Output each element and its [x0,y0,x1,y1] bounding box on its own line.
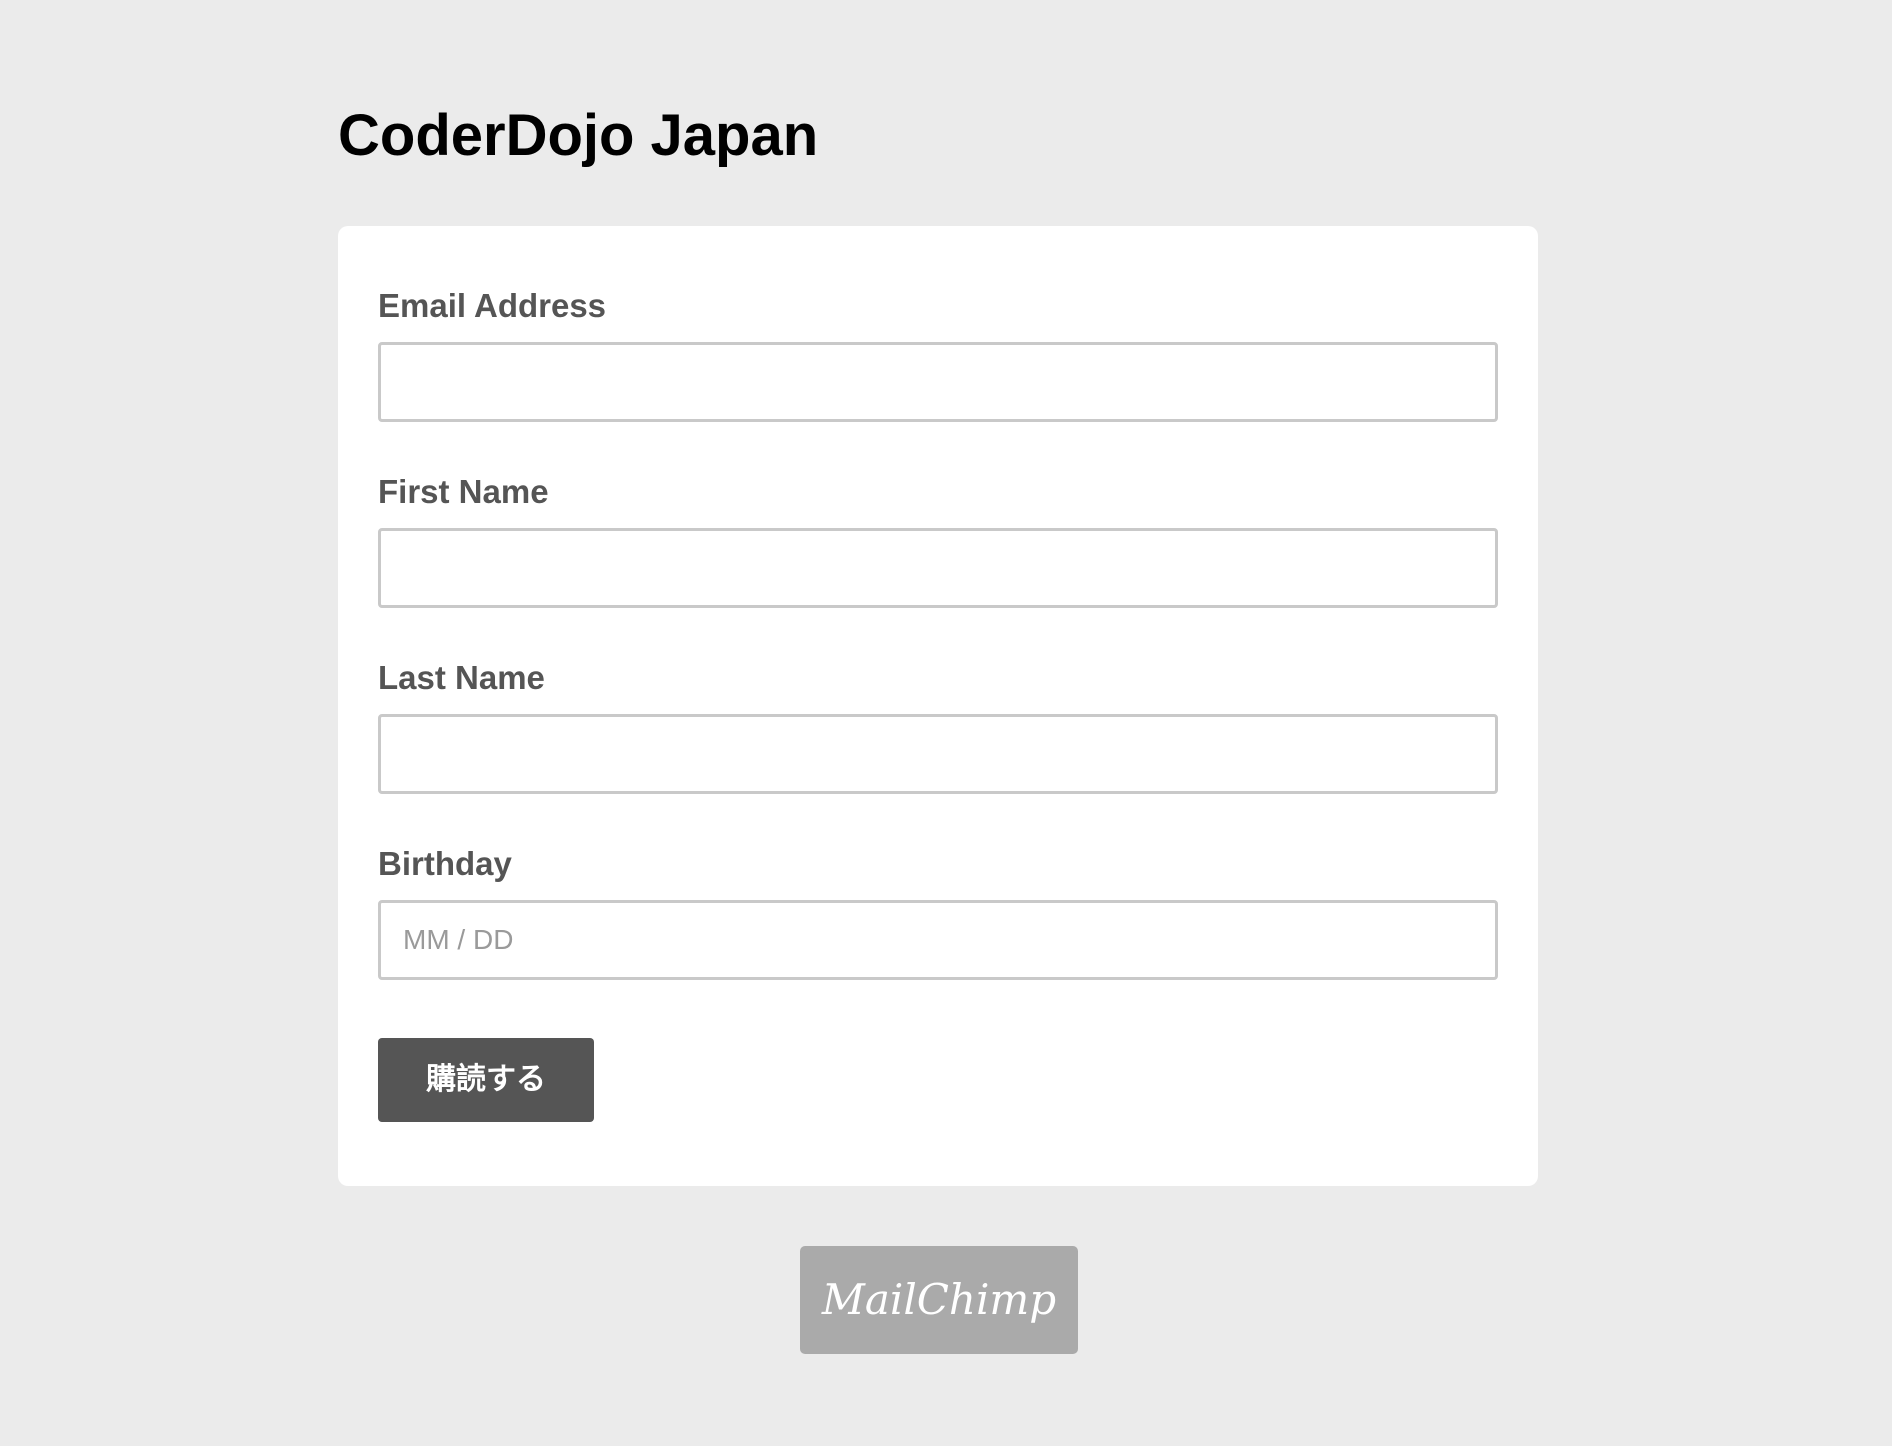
email-input[interactable] [378,342,1498,422]
last-name-field-group: Last Name [378,658,1498,794]
first-name-label: First Name [378,473,549,510]
last-name-label: Last Name [378,659,545,696]
mailchimp-logo-icon: MailChimp [821,1275,1056,1324]
mailchimp-logo-text: MailChimp [821,1275,1056,1324]
mailchimp-badge-link[interactable]: MailChimp [800,1246,1078,1354]
birthday-label: Birthday [378,845,512,882]
email-field-group: Email Address [378,286,1498,422]
email-label: Email Address [378,287,607,324]
birthday-field-group: Birthday [378,844,1498,980]
last-name-input[interactable] [378,714,1498,794]
first-name-input[interactable] [378,528,1498,608]
subscribe-button[interactable]: 購読する [378,1038,594,1122]
first-name-field-group: First Name [378,472,1498,608]
page-title: CoderDojo Japan [338,103,819,168]
page: CoderDojo Japan Email Address First Name… [0,0,1892,1446]
signup-form-card: Email Address First Name Last Name Birth… [338,226,1538,1186]
birthday-input[interactable] [378,900,1498,980]
